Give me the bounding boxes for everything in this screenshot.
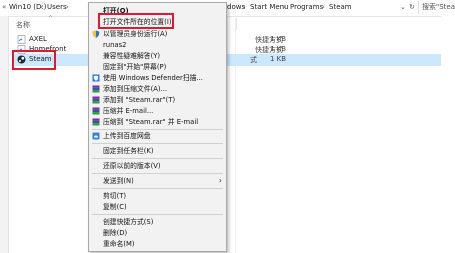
breadcrumb-programs[interactable]: Programs xyxy=(290,3,323,11)
annotation-box-open-location xyxy=(98,13,174,29)
menu-item-delete[interactable]: 删除(D) xyxy=(89,228,226,238)
search-input[interactable]: 搜索"Steam" xyxy=(418,1,455,14)
chevron-down-icon[interactable]: ⌄ xyxy=(400,3,406,11)
chevron-right-icon: › xyxy=(218,176,222,185)
refresh-icon[interactable]: ↻ xyxy=(409,3,415,11)
file-size: 1 KB xyxy=(270,35,287,43)
menu-item-rename[interactable]: 重命名(M) xyxy=(89,239,226,249)
menu-item-upload-baidu[interactable]: 上传到百度网盘 xyxy=(89,131,226,141)
menu-item-send-to[interactable]: 发送到(N) › xyxy=(89,176,226,186)
address-bar[interactable]: « Win10 (D:) › Users › dows › Start Menu… xyxy=(0,0,455,17)
menu-item-restore-previous[interactable]: 还原以前的版本(V) xyxy=(89,161,226,171)
chevron-right-icon: › xyxy=(66,3,69,11)
column-divider xyxy=(236,18,237,30)
file-type: 式 xyxy=(250,56,257,64)
baidu-netdisk-icon xyxy=(92,132,100,140)
menu-item-compatibility[interactable]: 兼容性疑难解答(Y) xyxy=(89,51,226,61)
menu-separator xyxy=(92,173,223,174)
chevron-right-icon: › xyxy=(243,3,246,11)
shortcut-file-icon xyxy=(17,35,26,44)
winrar-icon xyxy=(92,118,100,126)
menu-separator xyxy=(92,158,223,159)
column-divider xyxy=(235,16,236,253)
menu-separator xyxy=(92,129,223,130)
menu-item-pin-to-start[interactable]: 固定到"开始"屏幕(P) xyxy=(89,62,226,72)
menu-item-add-to-archive[interactable]: 添加到压缩文件(A)... xyxy=(89,84,226,94)
chevron-left-icon: « xyxy=(2,3,7,11)
breadcrumb-steam[interactable]: Steam xyxy=(329,3,352,11)
context-menu: 打开(O) 打开文件所在的位置(I) 以管理员身份运行(A) runas2 兼容… xyxy=(88,2,227,252)
menu-item-add-to-steam-rar[interactable]: 添加到 "Steam.rar"(T) xyxy=(89,95,226,105)
shield-icon xyxy=(92,30,100,38)
winrar-icon xyxy=(92,96,100,104)
menu-separator xyxy=(92,188,223,189)
menu-item-runas2[interactable]: runas2 xyxy=(89,40,226,50)
chevron-right-icon: › xyxy=(322,3,325,11)
menu-item-compress-email[interactable]: 压缩并 E-mail... xyxy=(89,106,226,116)
chevron-right-icon: › xyxy=(40,3,43,11)
chevron-right-icon: › xyxy=(283,3,286,11)
navigation-pane[interactable] xyxy=(0,16,9,253)
column-header-name[interactable]: 名称 xyxy=(16,20,30,30)
menu-separator xyxy=(92,143,223,144)
file-row-steam-selected[interactable] xyxy=(12,54,455,66)
annotation-box-steam xyxy=(12,50,56,70)
menu-item-copy[interactable]: 复制(C) xyxy=(89,202,226,212)
menu-item-create-shortcut[interactable]: 创建快捷方式(S) xyxy=(89,217,226,227)
menu-separator xyxy=(92,214,223,215)
defender-icon xyxy=(92,74,100,82)
menu-item-compress-rar-email[interactable]: 压缩到 "Steam.rar" 并 E-mail xyxy=(89,117,226,127)
breadcrumb-users[interactable]: Users xyxy=(47,3,67,11)
menu-item-run-as-admin[interactable]: 以管理员身份运行(A) xyxy=(89,29,226,39)
menu-item-pin-to-taskbar[interactable]: 固定到任务栏(K) xyxy=(89,146,226,156)
file-name: AXEL xyxy=(29,35,47,43)
winrar-icon xyxy=(92,107,100,115)
scrollbar[interactable] xyxy=(441,16,455,253)
winrar-icon xyxy=(92,85,100,93)
sort-arrow-icon: ^ xyxy=(48,15,54,22)
menu-item-defender-scan[interactable]: 使用 Windows Defender扫描... xyxy=(89,73,226,83)
menu-item-cut[interactable]: 剪切(T) xyxy=(89,191,226,201)
file-size: 1 KB xyxy=(270,45,287,53)
file-size: 1 KB xyxy=(270,55,287,63)
